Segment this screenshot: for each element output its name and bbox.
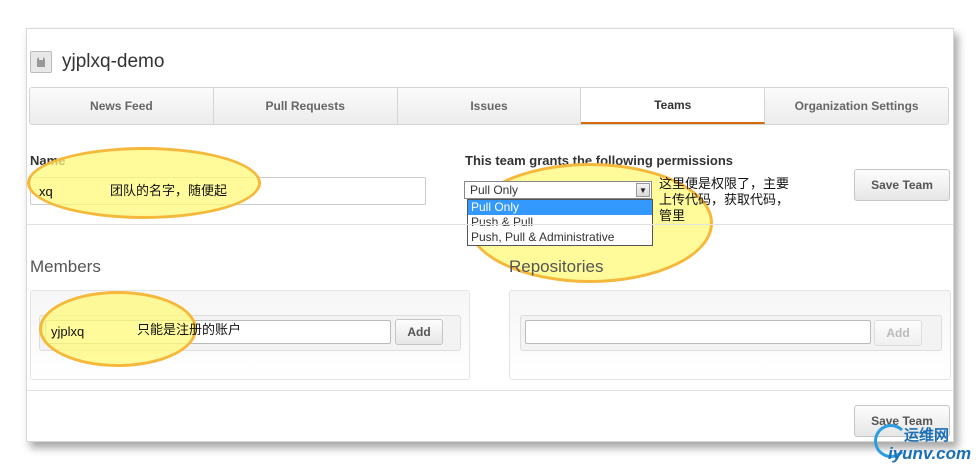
team-name-label: Name (30, 153, 66, 168)
tab-issues[interactable]: Issues (398, 88, 582, 124)
tab-teams[interactable]: Teams (581, 88, 766, 124)
tab-pull-requests[interactable]: Pull Requests (214, 88, 398, 124)
form-divider (27, 224, 953, 225)
members-title: Members (30, 257, 101, 276)
member-username-value: yjplxq (51, 324, 85, 339)
team-name-input[interactable]: xq (30, 177, 426, 205)
save-team-button-top[interactable]: Save Team (854, 169, 950, 201)
org-name[interactable]: yjplxq-demo (62, 51, 164, 73)
permissions-label: This team grants the following permissio… (465, 153, 733, 168)
tab-news-feed[interactable]: News Feed (30, 88, 214, 124)
repository-input[interactable] (525, 320, 871, 344)
permissions-dropdown: Pull Only Push & Pull Push, Pull & Admin… (467, 199, 653, 246)
member-annotation: 只能是注册的账户 (137, 322, 242, 337)
watermark-top-text: 运维网 (904, 427, 950, 444)
permissions-selected-value: Pull Only (470, 183, 519, 197)
org-avatar-icon[interactable] (30, 51, 52, 73)
team-name-annotation: 团队的名字，随便起 (110, 183, 228, 198)
permissions-select[interactable]: Pull Only ▼ (464, 181, 652, 199)
add-member-button[interactable]: Add (395, 319, 443, 345)
add-repository-button[interactable]: Add (874, 320, 922, 346)
repositories-title: Repositories (509, 257, 604, 276)
org-header: yjplxq-demo (30, 51, 164, 73)
permission-option-push-pull[interactable]: Push & Pull (468, 215, 652, 230)
footer-divider (27, 390, 953, 391)
iyunv-watermark: 运维网 iyunv.com (872, 420, 972, 466)
team-name-value-overlay: xq (39, 184, 53, 199)
dropdown-arrow-icon[interactable]: ▼ (636, 183, 650, 197)
teams-page-card: yjplxq-demo News Feed Pull Requests Issu… (26, 28, 954, 442)
tab-organization-settings[interactable]: Organization Settings (765, 88, 948, 124)
permission-option-admin[interactable]: Push, Pull & Administrative (468, 230, 652, 245)
watermark-bottom-text: iyunv.com (888, 444, 972, 463)
permissions-annotation: 这里便是权限了，主要上传代码，获取代码，管里 (659, 176, 790, 223)
permission-option-pull-only[interactable]: Pull Only (468, 200, 652, 215)
org-tabs: News Feed Pull Requests Issues Teams Org… (29, 87, 949, 125)
